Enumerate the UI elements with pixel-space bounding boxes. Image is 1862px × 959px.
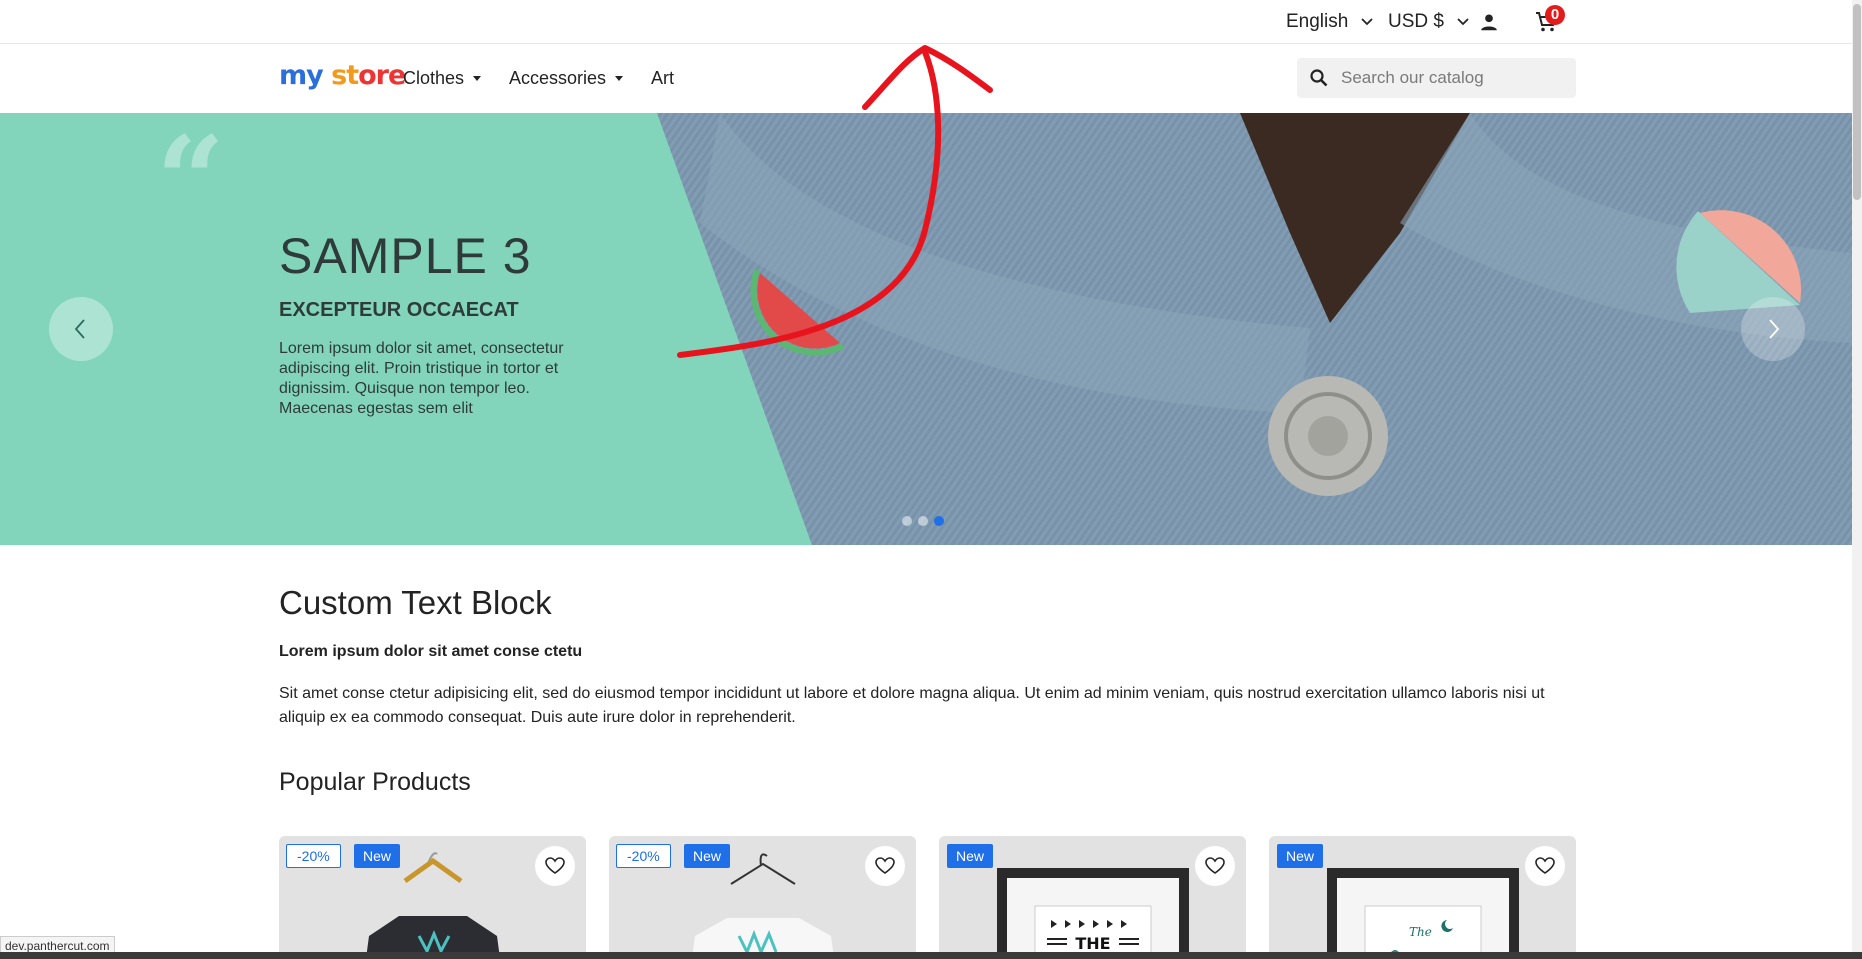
- carousel-indicators: [902, 516, 944, 526]
- store-logo[interactable]: my store: [279, 60, 406, 91]
- user-icon: [1481, 14, 1497, 31]
- product-card[interactable]: -20% New: [609, 836, 916, 959]
- hero-title: SAMPLE 3: [279, 228, 532, 284]
- logo-part: st: [331, 60, 359, 91]
- new-badge: New: [1277, 844, 1324, 868]
- search-input[interactable]: [1341, 68, 1561, 88]
- discount-badge: -20%: [616, 844, 671, 868]
- discount-badge: -20%: [286, 844, 341, 868]
- heart-icon: [875, 857, 895, 874]
- carousel-next-button[interactable]: [1741, 297, 1805, 361]
- account-button[interactable]: [1478, 10, 1500, 34]
- currency-selector[interactable]: USD $: [1388, 10, 1470, 34]
- svg-text:THE: THE: [1075, 934, 1110, 953]
- chevron-down-icon: [1457, 18, 1469, 26]
- logo-part: ore: [358, 60, 406, 91]
- wishlist-button[interactable]: [1195, 846, 1235, 886]
- custom-text-block-subtitle: Lorem ipsum dolor sit amet conse ctetu: [279, 643, 583, 660]
- heart-icon: [1535, 857, 1555, 874]
- new-badge: New: [354, 844, 401, 868]
- hero-subtitle: EXCEPTEUR OCCAECAT: [279, 299, 519, 321]
- currency-label: USD $: [1388, 11, 1444, 32]
- denim-jacket-image: [657, 113, 1852, 545]
- taskbar-strip: [0, 952, 1862, 959]
- product-card[interactable]: The New: [1269, 836, 1576, 959]
- svg-text:The: The: [1409, 925, 1432, 939]
- chevron-right-icon: [1769, 319, 1780, 339]
- language-selector[interactable]: English: [1286, 10, 1374, 34]
- nav-label: Art: [651, 68, 675, 88]
- nav-item-accessories[interactable]: Accessories: [509, 68, 624, 89]
- custom-text-block-title: Custom Text Block: [279, 584, 552, 621]
- product-card[interactable]: THE New: [939, 836, 1246, 959]
- heart-icon: [545, 857, 565, 874]
- wishlist-button[interactable]: [535, 846, 575, 886]
- chevron-left-icon: [74, 319, 85, 339]
- nav-label: Accessories: [509, 68, 607, 88]
- hero-text: Lorem ipsum dolor sit amet, consectetur …: [279, 340, 564, 417]
- hero-carousel: “ SAMPLE 3 EXCEPTEUR OCCAECAT Lorem ipsu…: [0, 113, 1852, 545]
- caret-down-icon: [473, 76, 482, 81]
- logo-part: my: [279, 60, 324, 91]
- custom-text-block-body: Sit amet conse ctetur adipisicing elit, …: [279, 685, 1545, 726]
- nav-label: Clothes: [403, 68, 465, 88]
- heart-icon: [1205, 857, 1225, 874]
- nav-item-clothes[interactable]: Clothes: [403, 68, 482, 89]
- popular-products-title: Popular Products: [279, 768, 471, 796]
- quote-mark-icon: “: [156, 113, 226, 251]
- new-badge: New: [947, 844, 994, 868]
- search-box: [1297, 58, 1576, 98]
- top-bar: English USD $ 0: [0, 0, 1852, 44]
- search-icon[interactable]: [1309, 68, 1329, 88]
- caret-down-icon: [615, 76, 624, 81]
- scrollbar-thumb[interactable]: [1853, 4, 1861, 200]
- carousel-dot-2[interactable]: [918, 516, 928, 526]
- main-header: my store Clothes Accessories Art: [0, 44, 1852, 113]
- cart-count-badge: 0: [1545, 5, 1565, 25]
- wishlist-button[interactable]: [1525, 846, 1565, 886]
- chevron-down-icon: [1361, 18, 1373, 26]
- language-label: English: [1286, 11, 1349, 32]
- carousel-prev-button[interactable]: [49, 297, 113, 361]
- product-card[interactable]: -20% New: [279, 836, 586, 959]
- wishlist-button[interactable]: [865, 846, 905, 886]
- carousel-dot-3[interactable]: [934, 516, 944, 526]
- new-badge: New: [684, 844, 731, 868]
- carousel-dot-1[interactable]: [902, 516, 912, 526]
- nav-item-art[interactable]: Art: [651, 68, 674, 89]
- logo-space: [323, 60, 331, 91]
